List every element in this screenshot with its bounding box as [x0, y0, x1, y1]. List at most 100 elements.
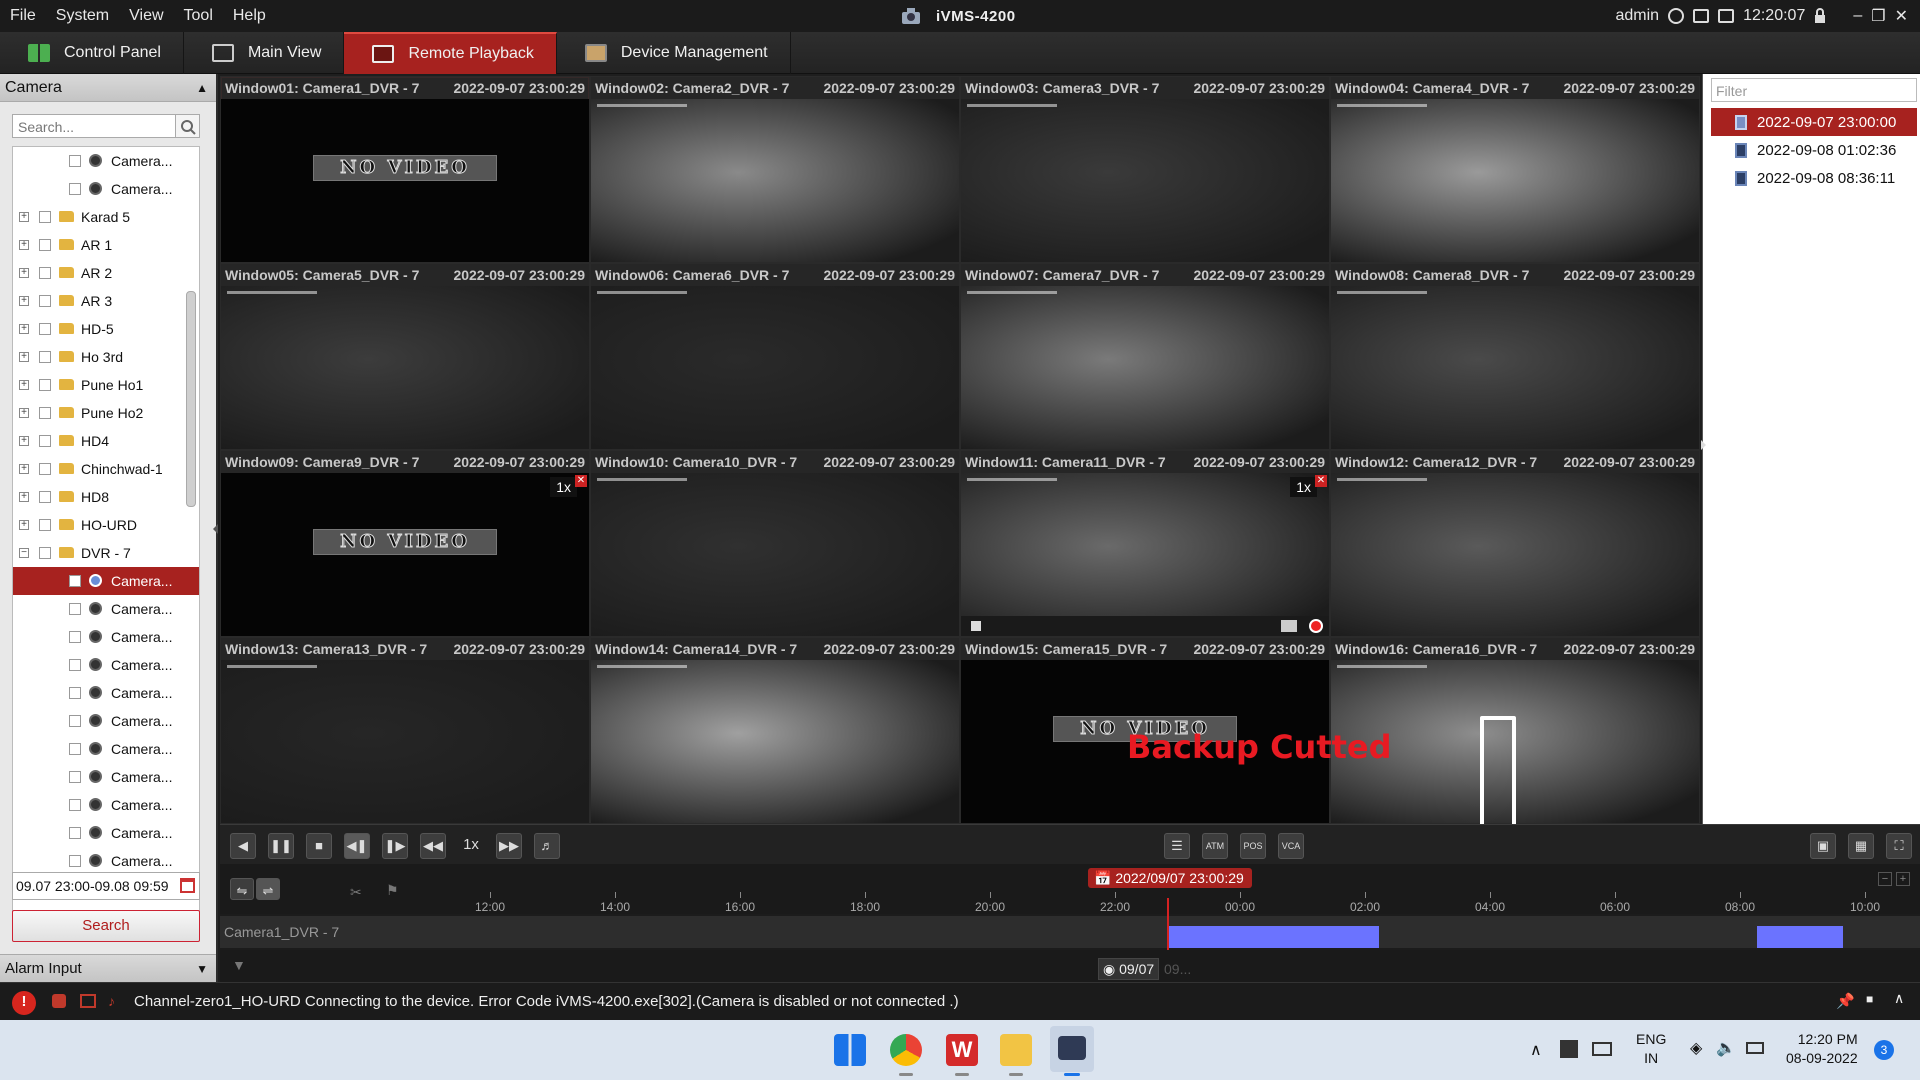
search-icon[interactable] [176, 114, 200, 138]
volume-icon[interactable]: ♬ [534, 833, 560, 859]
tree-checkbox[interactable] [39, 239, 51, 251]
tree-checkbox[interactable] [69, 771, 81, 783]
expand-icon[interactable]: + [19, 436, 29, 446]
tab-main-view[interactable]: Main View [184, 32, 345, 74]
warning-icon[interactable]: ! [12, 991, 36, 1015]
mute-icon[interactable]: ♪ [108, 993, 115, 1009]
tree-camera[interactable]: Camera... [13, 707, 199, 735]
fast-button[interactable]: ▶▶ [496, 833, 522, 859]
stop-button[interactable]: ■ [306, 833, 332, 859]
video-feed[interactable] [221, 286, 589, 449]
timeline-ruler[interactable]: ⇋ ⇌ ✂ ⚑ 📅 2022/09/07 23:00:29 − + 12:00 1… [220, 864, 1920, 914]
video-window[interactable]: Window10: Camera10_DVR - 7 2022-09-07 23:… [591, 451, 959, 636]
tree-checkbox[interactable] [69, 603, 81, 615]
tree-checkbox[interactable] [69, 827, 81, 839]
capture-icon[interactable] [1281, 620, 1297, 632]
video-window[interactable]: Window03: Camera3_DVR - 7 2022-09-07 23:0… [961, 77, 1329, 262]
async-icon[interactable]: ⇌ [256, 878, 280, 900]
zoom-in-icon[interactable]: + [1896, 872, 1910, 886]
video-window[interactable]: Window04: Camera4_DVR - 7 2022-09-07 23:0… [1331, 77, 1699, 262]
tree-checkbox[interactable] [69, 575, 81, 587]
video-feed[interactable] [1331, 286, 1699, 449]
tree-checkbox[interactable] [69, 715, 81, 727]
tree-camera[interactable]: Camera... [13, 819, 199, 847]
clip-icon[interactable]: ✂ [350, 884, 362, 901]
atm-button[interactable]: ATM [1202, 833, 1228, 859]
record-list-icon[interactable]: ☰ [1164, 833, 1190, 859]
camera-search-input[interactable]: Search... [12, 114, 176, 138]
tree-camera[interactable]: Camera... [13, 763, 199, 791]
tray-lang[interactable]: ENG IN [1636, 1031, 1666, 1066]
pos-button[interactable]: POS [1240, 833, 1266, 859]
tree-folder[interactable]: + HD8 [13, 483, 199, 511]
video-window[interactable]: Window02: Camera2_DVR - 7 2022-09-07 23:0… [591, 77, 959, 262]
sync-icon[interactable]: ⇋ [230, 878, 254, 900]
lock-icon[interactable] [1814, 8, 1826, 24]
video-window[interactable]: Window01: Camera1_DVR - 7 2022-09-07 23:0… [221, 77, 589, 262]
tray-overflow-icon[interactable]: ∧ [1530, 1040, 1542, 1060]
tray-keyboard-icon[interactable] [1592, 1042, 1612, 1056]
restore-icon[interactable]: ❐ [1871, 6, 1885, 26]
search-button[interactable]: Search [12, 910, 200, 942]
tree-checkbox[interactable] [39, 351, 51, 363]
windows-start-icon[interactable] [834, 1034, 866, 1066]
tab-remote-playback[interactable]: Remote Playback [344, 32, 557, 74]
video-window[interactable]: Window12: Camera12_DVR - 7 2022-09-07 23:… [1331, 451, 1699, 636]
video-window[interactable]: Window05: Camera5_DVR - 7 2022-09-07 23:0… [221, 264, 589, 449]
close-icon[interactable]: ✕ [1895, 6, 1908, 26]
fullscreen-icon[interactable]: ⛶ [1886, 833, 1912, 859]
video-feed[interactable] [961, 99, 1329, 262]
tree-camera[interactable]: Camera... [13, 847, 199, 875]
tree-checkbox[interactable] [69, 743, 81, 755]
video-window[interactable]: Window06: Camera6_DVR - 7 2022-09-07 23:0… [591, 264, 959, 449]
file-explorer-icon[interactable] [1000, 1034, 1032, 1066]
expand-icon[interactable]: + [19, 464, 29, 474]
close-window-icon[interactable]: ✕ [1315, 475, 1327, 487]
tree-checkbox[interactable] [69, 659, 81, 671]
collapse-icon[interactable]: − [19, 548, 29, 558]
video-feed[interactable] [961, 473, 1329, 636]
calendar-icon[interactable] [180, 878, 195, 893]
tree-checkbox[interactable] [39, 379, 51, 391]
volume-icon[interactable]: 🔈 [1716, 1038, 1736, 1058]
record-item[interactable]: 2022-09-08 08:36:11 [1711, 164, 1917, 192]
stop-icon[interactable] [971, 621, 981, 631]
vca-button[interactable]: VCA [1278, 833, 1304, 859]
minimize-icon[interactable]: – [1853, 7, 1862, 25]
globe-icon[interactable] [1668, 8, 1685, 24]
notification-badge[interactable]: 3 [1874, 1040, 1894, 1060]
video-feed[interactable] [591, 660, 959, 823]
date-chip-next[interactable]: 09... [1164, 958, 1191, 980]
tree-checkbox[interactable] [69, 855, 81, 867]
video-feed[interactable] [1331, 473, 1699, 636]
alarm-sound-icon[interactable] [52, 994, 66, 1008]
ivms-taskbar-icon[interactable] [1050, 1026, 1094, 1072]
record-item[interactable]: 2022-09-08 01:02:36 [1711, 136, 1917, 164]
expand-icon[interactable]: + [19, 492, 29, 502]
tab-control-panel[interactable]: Control Panel [0, 32, 184, 74]
date-range-field[interactable]: 09.07 23:00-09.08 09:59 [12, 872, 200, 900]
expand-icon[interactable]: + [19, 268, 29, 278]
frame-back-button[interactable]: ◀❚ [344, 833, 370, 859]
maximize-icon[interactable]: ■ [1866, 992, 1873, 1006]
tree-camera[interactable]: Camera... [13, 791, 199, 819]
expand-icon[interactable]: + [19, 212, 29, 222]
frame-forward-button[interactable]: ❚▶ [382, 833, 408, 859]
tree-folder[interactable]: + Karad 5 [13, 203, 199, 231]
wifi-icon[interactable]: ◈ [1690, 1038, 1702, 1058]
video-feed[interactable] [591, 99, 959, 262]
chevron-up-icon[interactable]: ▲ [196, 81, 208, 95]
video-window[interactable]: Window09: Camera9_DVR - 7 2022-09-07 23:0… [221, 451, 589, 636]
chevron-down-icon[interactable]: ▼ [196, 962, 208, 976]
expand-icon[interactable]: + [19, 520, 29, 530]
video-window[interactable]: Window13: Camera13_DVR - 7 2022-09-07 23:… [221, 638, 589, 823]
tree-folder[interactable]: + AR 3 [13, 287, 199, 315]
tree-folder[interactable]: + AR 2 [13, 259, 199, 287]
layout-icon[interactable]: ▦ [1848, 833, 1874, 859]
tree-checkbox[interactable] [39, 323, 51, 335]
bookmark-icon[interactable]: ⚑ [386, 882, 399, 899]
pause-button[interactable]: ❚❚ [268, 833, 294, 859]
video-window[interactable]: Window14: Camera14_DVR - 7 2022-09-07 23:… [591, 638, 959, 823]
chrome-icon[interactable] [890, 1034, 922, 1066]
date-chip[interactable]: ◉ 09/07 [1098, 958, 1160, 980]
